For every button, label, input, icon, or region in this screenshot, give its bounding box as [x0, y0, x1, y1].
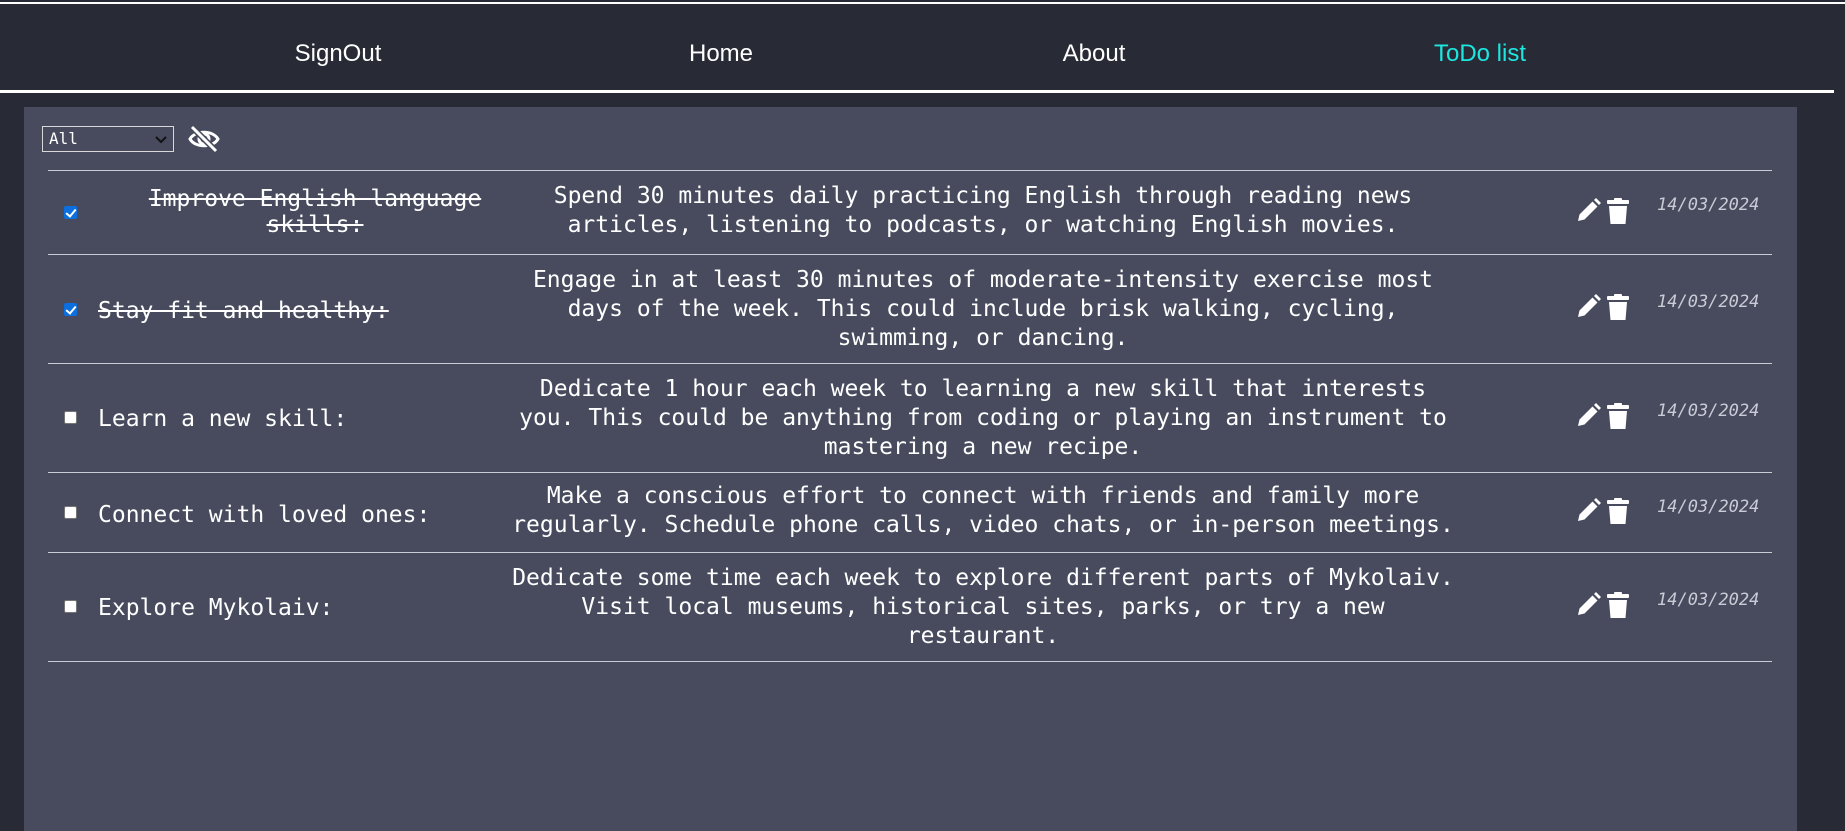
navbar-divider — [0, 90, 1834, 93]
nav-link-todo-list[interactable]: ToDo list — [1380, 38, 1580, 70]
trash-icon[interactable] — [1605, 497, 1631, 525]
todo-title: Explore Mykolaiv: — [98, 595, 334, 621]
pencil-icon[interactable] — [1575, 591, 1602, 618]
todo-description: Make a conscious effort to connect with … — [512, 483, 1454, 538]
todo-description: Dedicate 1 hour each week to learning a … — [519, 376, 1447, 460]
todo-title: Learn a new skill: — [98, 406, 348, 432]
visibility-toggle-button[interactable] — [187, 123, 221, 155]
todo-row: Improve English language skills: Spend 3… — [48, 171, 1772, 255]
todo-date: 14/03/2024 — [1657, 590, 1760, 610]
todo-checkbox[interactable] — [64, 600, 77, 613]
pencil-icon[interactable] — [1575, 497, 1602, 524]
todo-row: Stay fit and healthy: Engage in at least… — [48, 255, 1772, 364]
todo-title: Connect with loved ones: — [98, 502, 431, 528]
todo-checkbox[interactable] — [64, 506, 77, 519]
todo-title: Stay fit and healthy: — [98, 298, 389, 324]
trash-icon[interactable] — [1605, 402, 1631, 430]
todo-date: 14/03/2024 — [1657, 292, 1760, 312]
todo-description: Engage in at least 30 minutes of moderat… — [532, 267, 1434, 351]
todo-description: Dedicate some time each week to explore … — [512, 565, 1454, 649]
pencil-icon[interactable] — [1575, 293, 1602, 320]
trash-icon[interactable] — [1605, 197, 1631, 225]
todo-checkbox[interactable] — [64, 206, 77, 219]
todo-date: 14/03/2024 — [1657, 195, 1760, 215]
nav-link-signout[interactable]: SignOut — [238, 38, 438, 70]
eye-slash-icon — [188, 124, 220, 154]
filter-select-value: All — [49, 129, 78, 148]
nav-link-about[interactable]: About — [994, 38, 1194, 70]
main-navbar: SignOut Home About ToDo list — [0, 4, 1845, 92]
pencil-icon[interactable] — [1575, 197, 1602, 224]
todo-description: Spend 30 minutes daily practicing Englis… — [553, 183, 1413, 238]
todo-list: Improve English language skills: Spend 3… — [48, 170, 1772, 662]
todo-checkbox[interactable] — [64, 411, 77, 424]
todo-row: Learn a new skill: Dedicate 1 hour each … — [48, 364, 1772, 473]
todo-date: 14/03/2024 — [1657, 401, 1760, 421]
todo-checkbox[interactable] — [64, 303, 77, 316]
trash-icon[interactable] — [1605, 591, 1631, 619]
pencil-icon[interactable] — [1575, 402, 1602, 429]
todo-row: Explore Mykolaiv: Dedicate some time eac… — [48, 553, 1772, 662]
filter-select[interactable]: All — [42, 126, 174, 152]
chevron-down-icon — [155, 136, 167, 144]
nav-link-home[interactable]: Home — [621, 38, 821, 70]
todo-row: Connect with loved ones: Make a consciou… — [48, 473, 1772, 553]
todo-title: Improve English language skills: — [148, 186, 482, 238]
todo-date: 14/03/2024 — [1657, 497, 1760, 517]
todo-panel: All Improve English language skills: Spe… — [24, 107, 1797, 831]
trash-icon[interactable] — [1605, 293, 1631, 321]
